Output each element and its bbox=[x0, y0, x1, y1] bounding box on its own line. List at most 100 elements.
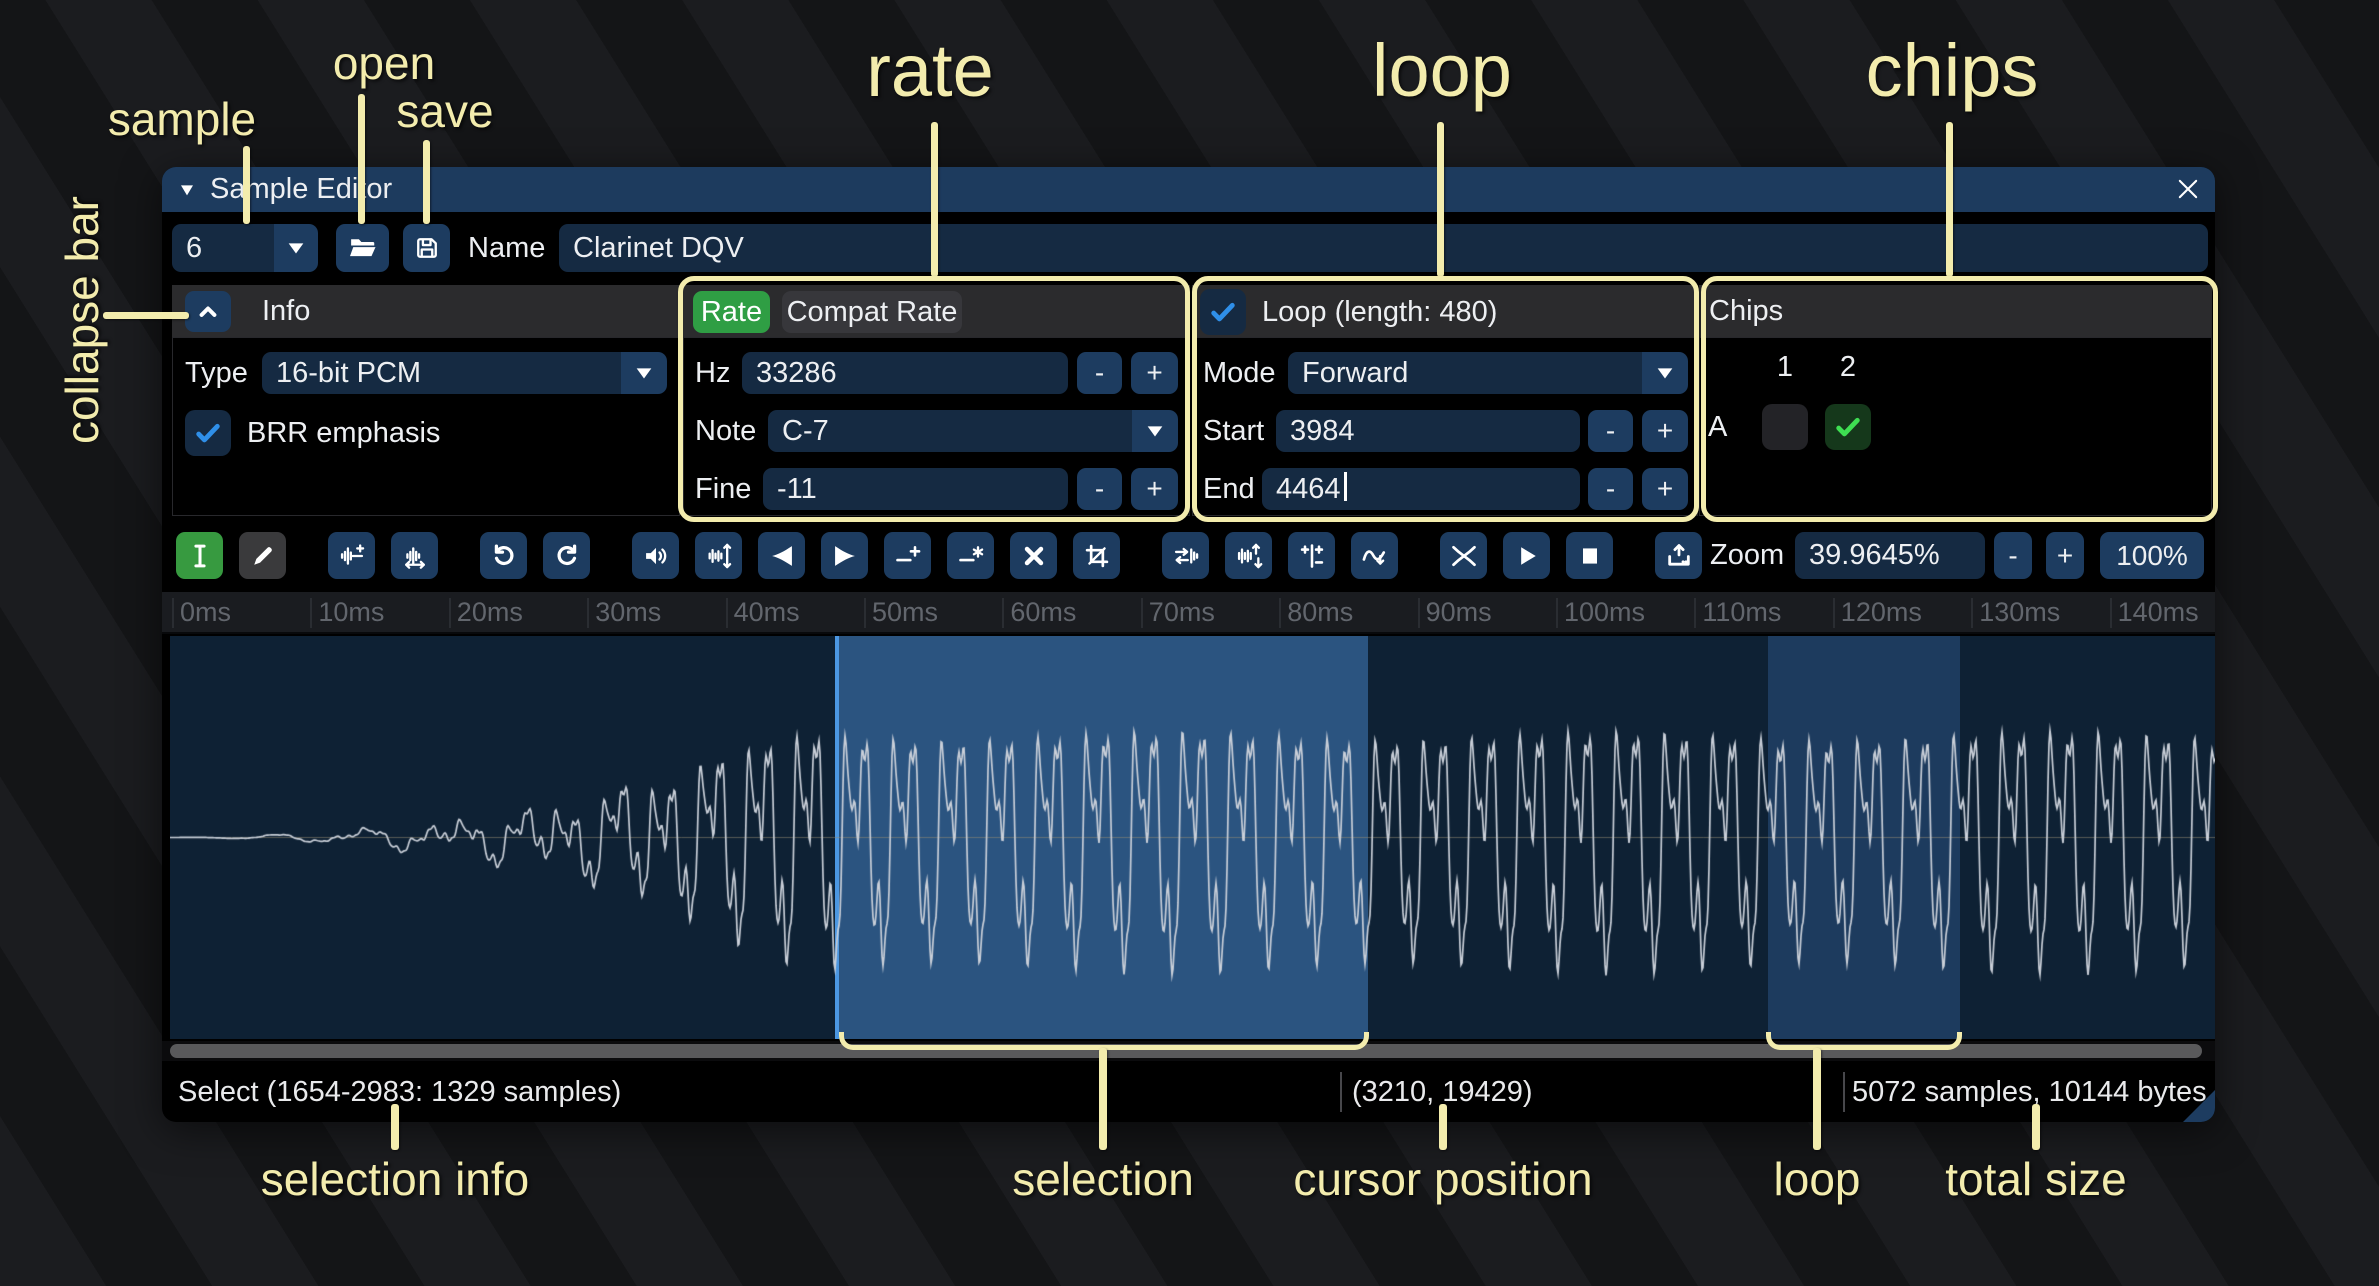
annotation-rate: rate bbox=[866, 28, 994, 113]
annotation-box-loop bbox=[1192, 276, 1699, 522]
ruler-tick bbox=[1279, 598, 1281, 628]
apply-silence-button[interactable] bbox=[947, 532, 994, 579]
wave-plus-icon bbox=[338, 542, 366, 570]
open-button[interactable] bbox=[336, 224, 389, 272]
collapse-bar-button[interactable] bbox=[185, 291, 231, 332]
chevron-down-icon[interactable] bbox=[621, 352, 667, 394]
create-instrument-button[interactable] bbox=[1655, 532, 1702, 579]
ruler-label: 20ms bbox=[457, 592, 523, 632]
type-label: Type bbox=[185, 352, 248, 394]
filter-icon bbox=[1361, 542, 1389, 570]
info-panel-title: Info bbox=[262, 285, 310, 337]
fade-out-button[interactable] bbox=[821, 532, 868, 579]
name-input[interactable]: Clarinet DQV bbox=[559, 224, 2208, 272]
trim-icon bbox=[1083, 542, 1111, 570]
zoom-label: Zoom bbox=[1710, 532, 1784, 579]
save-button[interactable] bbox=[403, 224, 450, 272]
title-bar[interactable]: Sample Editor bbox=[162, 167, 2215, 212]
crossfade-loop-button[interactable] bbox=[1440, 532, 1487, 579]
speaker-icon bbox=[642, 542, 670, 570]
zoom-out-button[interactable]: - bbox=[1994, 532, 2032, 579]
ruler-tick bbox=[864, 598, 866, 628]
ibeam-icon bbox=[186, 542, 214, 570]
annotation-box-rate bbox=[678, 276, 1190, 522]
ruler-label: 70ms bbox=[1149, 592, 1215, 632]
redo-button[interactable] bbox=[543, 532, 590, 579]
annotation-line-open bbox=[358, 94, 365, 224]
annotation-cursor-position: cursor position bbox=[1293, 1152, 1592, 1206]
resample-button[interactable] bbox=[391, 532, 438, 579]
chevron-down-icon[interactable] bbox=[274, 224, 318, 272]
ruler-tick bbox=[1141, 598, 1143, 628]
info-panel-header bbox=[172, 285, 680, 337]
pencil-icon bbox=[249, 542, 277, 570]
annotation-loop: loop bbox=[1372, 28, 1512, 113]
annotation-selection-info: selection info bbox=[261, 1152, 530, 1206]
type-select[interactable]: 16-bit PCM bbox=[262, 352, 667, 394]
undo-icon bbox=[490, 542, 518, 570]
apply-filter-button[interactable] bbox=[1351, 532, 1398, 579]
annotation-save: save bbox=[396, 84, 493, 138]
ruler-tick bbox=[449, 598, 451, 628]
ruler-tick bbox=[1002, 598, 1004, 628]
invert-button[interactable] bbox=[1225, 532, 1272, 579]
time-ruler: 0ms10ms20ms30ms40ms50ms60ms70ms80ms90ms1… bbox=[162, 592, 2215, 634]
amplify-button[interactable] bbox=[632, 532, 679, 579]
check-icon bbox=[192, 417, 224, 449]
ruler-label: 110ms bbox=[1702, 592, 1781, 632]
zoom-input[interactable]: 39.9645% bbox=[1795, 532, 1985, 579]
preview-button[interactable] bbox=[1503, 532, 1550, 579]
ruler-label: 80ms bbox=[1287, 592, 1353, 632]
resize-button[interactable] bbox=[328, 532, 375, 579]
waveform-view[interactable] bbox=[170, 636, 2215, 1039]
signed-unsigned-button[interactable] bbox=[1288, 532, 1335, 579]
annotation-bracket-loop bbox=[1766, 1032, 1962, 1050]
waveform-canvas bbox=[170, 636, 2215, 1039]
stop-preview-button[interactable] bbox=[1566, 532, 1613, 579]
annotation-line-loop bbox=[1437, 122, 1444, 277]
annotation-selection: selection bbox=[1012, 1152, 1194, 1206]
resize-grip[interactable] bbox=[2183, 1090, 2215, 1122]
silence-plus-icon bbox=[894, 542, 922, 570]
sample-select[interactable]: 6 bbox=[172, 224, 318, 272]
select-tool-button[interactable] bbox=[176, 532, 223, 579]
folder-open-icon bbox=[348, 233, 378, 263]
ruler-tick bbox=[1418, 598, 1420, 628]
zoom-in-button[interactable]: + bbox=[2046, 532, 2084, 579]
annotation-sample: sample bbox=[108, 92, 256, 146]
brr-emphasis-label: BRR emphasis bbox=[247, 410, 440, 456]
annotation-line-sample bbox=[243, 146, 250, 224]
window-collapse-icon[interactable] bbox=[178, 182, 196, 198]
name-label: Name bbox=[468, 224, 545, 272]
status-selection-info: Select (1654-2983: 1329 samples) bbox=[178, 1069, 621, 1115]
type-select-value: 16-bit PCM bbox=[262, 352, 621, 394]
draw-tool-button[interactable] bbox=[239, 532, 286, 579]
annotation-box-chips bbox=[1701, 276, 2218, 522]
close-icon[interactable] bbox=[2174, 175, 2202, 203]
fade-in-button[interactable] bbox=[758, 532, 805, 579]
ruler-label: 130ms bbox=[1979, 592, 2060, 632]
ruler-label: 30ms bbox=[595, 592, 661, 632]
ruler-tick bbox=[310, 598, 312, 628]
annotation-line-chips bbox=[1946, 122, 1953, 277]
insert-silence-button[interactable] bbox=[884, 532, 931, 579]
ruler-tick bbox=[1971, 598, 1973, 628]
ruler-label: 40ms bbox=[734, 592, 800, 632]
play-icon bbox=[1513, 542, 1541, 570]
silence-star-icon bbox=[957, 542, 985, 570]
normalize-button[interactable] bbox=[695, 532, 742, 579]
trim-button[interactable] bbox=[1073, 532, 1120, 579]
stop-icon bbox=[1576, 542, 1604, 570]
reverse-button[interactable] bbox=[1162, 532, 1209, 579]
undo-button[interactable] bbox=[480, 532, 527, 579]
delete-button[interactable] bbox=[1010, 532, 1057, 579]
invert-icon bbox=[1235, 542, 1263, 570]
ruler-label: 50ms bbox=[872, 592, 938, 632]
zoom-reset-button[interactable]: 100% bbox=[2100, 532, 2204, 579]
annotation-line-selection bbox=[1099, 1048, 1107, 1150]
annotation-line-total-size bbox=[2032, 1104, 2040, 1150]
brr-emphasis-checkbox[interactable] bbox=[185, 410, 231, 456]
ruler-label: 60ms bbox=[1010, 592, 1076, 632]
ruler-tick bbox=[726, 598, 728, 628]
redo-icon bbox=[553, 542, 581, 570]
